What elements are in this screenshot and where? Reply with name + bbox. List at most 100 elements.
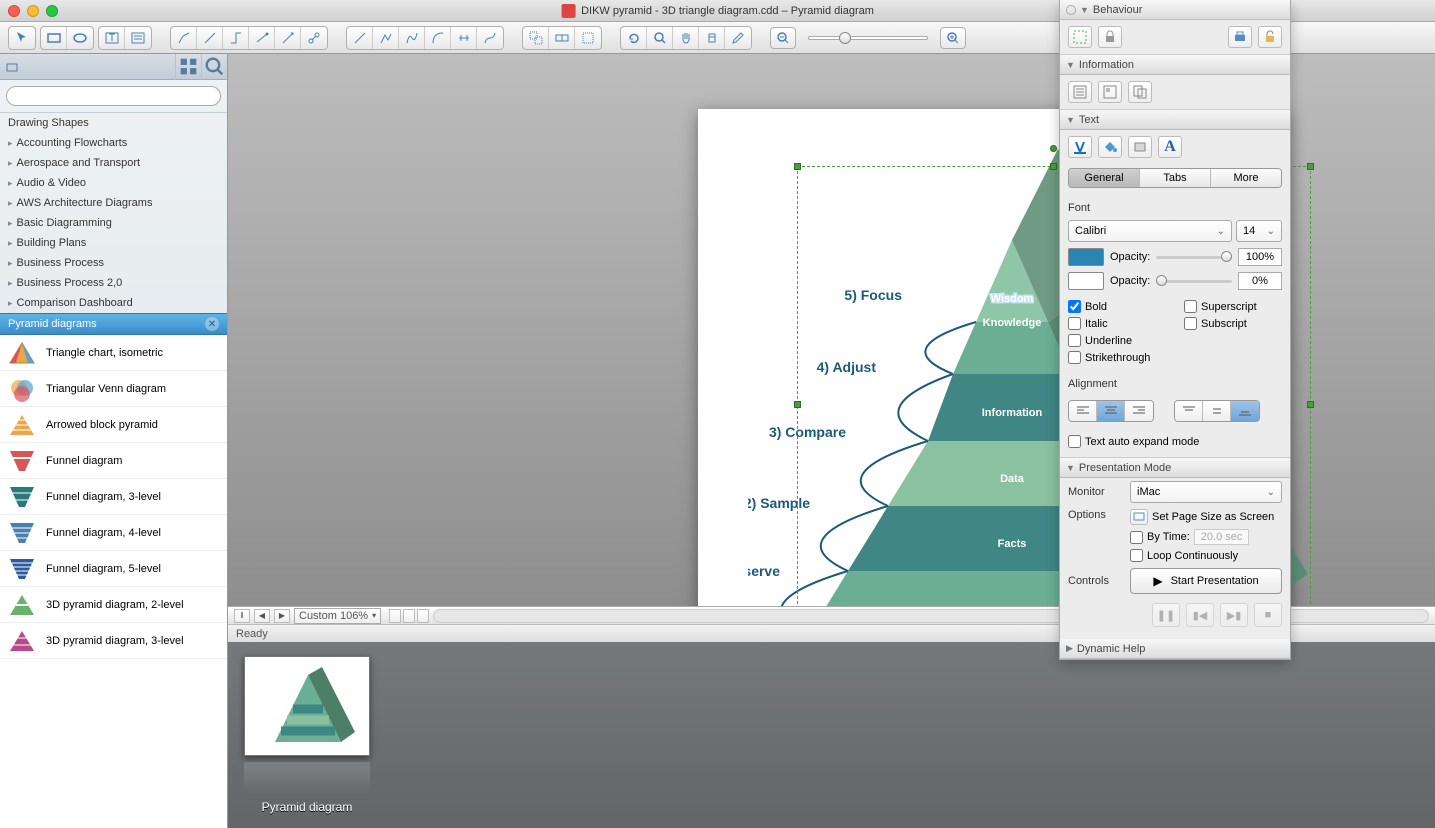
curve-tool[interactable]: [399, 27, 425, 49]
subscript-checkbox[interactable]: Subscript: [1184, 317, 1280, 330]
group-tool-3[interactable]: [575, 27, 601, 49]
library-section-close-icon[interactable]: ✕: [205, 317, 219, 331]
text-fill-icon[interactable]: [1098, 136, 1122, 158]
pres-stop-button[interactable]: ■: [1254, 603, 1282, 627]
polyline-tool[interactable]: [373, 27, 399, 49]
unlock-icon[interactable]: [1258, 26, 1282, 48]
view-btn-3[interactable]: [417, 609, 429, 623]
eyedropper-tool[interactable]: [699, 27, 725, 49]
bezier-tool[interactable]: [451, 27, 477, 49]
align-right-button[interactable]: [1125, 401, 1153, 421]
behaviour-header[interactable]: ▼Behaviour: [1060, 0, 1290, 20]
text-color-icon[interactable]: [1068, 136, 1092, 158]
library-category[interactable]: Aerospace and Transport: [0, 153, 227, 173]
refresh-tool[interactable]: [621, 27, 647, 49]
bytime-checkbox[interactable]: By Time:20.0 sec: [1130, 529, 1282, 545]
view-btn-2[interactable]: [403, 609, 415, 623]
page-next-button[interactable]: ▶: [274, 609, 290, 623]
information-header[interactable]: ▼Information: [1060, 55, 1290, 75]
start-presentation-button[interactable]: ▶Start Presentation: [1130, 568, 1282, 594]
connector-tool-2[interactable]: [197, 27, 223, 49]
shape-item[interactable]: 3D pyramid diagram, 3-level: [0, 623, 227, 659]
font-size-select[interactable]: 14: [1236, 220, 1282, 242]
text-tool[interactable]: T: [99, 27, 125, 49]
font-family-select[interactable]: Calibri: [1068, 220, 1232, 242]
superscript-checkbox[interactable]: Superscript: [1184, 300, 1280, 313]
page-prev-button[interactable]: ◀: [254, 609, 270, 623]
shape-item[interactable]: Funnel diagram, 5-level: [0, 551, 227, 587]
library-category[interactable]: Audio & Video: [0, 173, 227, 193]
dynamic-help-header[interactable]: ▶Dynamic Help: [1060, 639, 1290, 659]
text-rect-icon[interactable]: [1128, 136, 1152, 158]
underline-checkbox[interactable]: Underline: [1068, 334, 1164, 347]
shape-item[interactable]: 3D pyramid diagram, 2-level: [0, 587, 227, 623]
info-icon-3[interactable]: [1128, 81, 1152, 103]
library-category[interactable]: Building Plans: [0, 233, 227, 253]
print-icon[interactable]: [1228, 26, 1252, 48]
behaviour-icon-1[interactable]: [1068, 26, 1092, 48]
freehand-tool[interactable]: [477, 27, 503, 49]
bg-opacity-value[interactable]: 0%: [1238, 272, 1282, 290]
text-opacity-slider[interactable]: [1156, 256, 1232, 259]
shape-item[interactable]: Triangle chart, isometric: [0, 335, 227, 371]
pres-pause-button[interactable]: ❚❚: [1152, 603, 1180, 627]
connector-tool-5[interactable]: [275, 27, 301, 49]
valign-middle-button[interactable]: [1203, 401, 1231, 421]
hand-tool[interactable]: [673, 27, 699, 49]
library-category[interactable]: AWS Architecture Diagrams: [0, 193, 227, 213]
strike-checkbox[interactable]: Strikethrough: [1068, 351, 1188, 364]
arc-tool[interactable]: [425, 27, 451, 49]
library-search-button[interactable]: [201, 54, 227, 80]
library-category[interactable]: Accounting Flowcharts: [0, 133, 227, 153]
font-dialog-icon[interactable]: A: [1158, 136, 1182, 158]
group-tool-1[interactable]: [523, 27, 549, 49]
library-search-input[interactable]: [6, 86, 221, 106]
connector-tool-6[interactable]: [301, 27, 327, 49]
library-section-header[interactable]: Pyramid diagrams ✕: [0, 313, 227, 335]
tab-more[interactable]: More: [1211, 169, 1281, 187]
shape-item[interactable]: Triangular Venn diagram: [0, 371, 227, 407]
connector-tool-1[interactable]: [171, 27, 197, 49]
group-tool-2[interactable]: [549, 27, 575, 49]
zoom-out-button[interactable]: [770, 27, 796, 49]
valign-bottom-button[interactable]: [1231, 401, 1259, 421]
zoom-window-button[interactable]: [46, 5, 58, 17]
shape-item[interactable]: Arrowed block pyramid: [0, 407, 227, 443]
connector-tool-3[interactable]: [223, 27, 249, 49]
text-opacity-value[interactable]: 100%: [1238, 248, 1282, 266]
shape-item[interactable]: Funnel diagram: [0, 443, 227, 479]
bg-opacity-slider[interactable]: [1156, 280, 1232, 283]
tab-general[interactable]: General: [1069, 169, 1140, 187]
align-left-button[interactable]: [1069, 401, 1097, 421]
zoom-display[interactable]: Custom 106%▾: [294, 608, 381, 624]
library-grid-button[interactable]: [175, 54, 201, 80]
text-header[interactable]: ▼Text: [1060, 110, 1290, 130]
pointer-tool[interactable]: [9, 27, 35, 49]
slide-thumbnail[interactable]: Pyramid diagram: [242, 656, 372, 814]
align-center-button[interactable]: [1097, 401, 1125, 421]
pencil-tool[interactable]: [725, 27, 751, 49]
italic-checkbox[interactable]: Italic: [1068, 317, 1164, 330]
library-home-button[interactable]: [0, 56, 24, 78]
library-category[interactable]: Basic Diagramming: [0, 213, 227, 233]
pres-mode-header[interactable]: ▼Presentation Mode: [1060, 458, 1290, 478]
close-window-button[interactable]: [8, 5, 20, 17]
valign-top-button[interactable]: [1175, 401, 1203, 421]
minimize-window-button[interactable]: [27, 5, 39, 17]
note-tool[interactable]: [125, 27, 151, 49]
info-icon-1[interactable]: [1068, 81, 1092, 103]
loop-checkbox[interactable]: Loop Continuously: [1130, 549, 1282, 562]
zoom-tool[interactable]: [647, 27, 673, 49]
info-icon-2[interactable]: [1098, 81, 1122, 103]
zoom-in-button[interactable]: [940, 27, 966, 49]
shape-item[interactable]: Funnel diagram, 3-level: [0, 479, 227, 515]
shape-item[interactable]: Funnel diagram, 4-level: [0, 515, 227, 551]
bg-color-swatch[interactable]: [1068, 272, 1104, 290]
rect-tool[interactable]: [41, 27, 67, 49]
text-color-swatch[interactable]: [1068, 248, 1104, 266]
page-first-button[interactable]: ‖: [234, 609, 250, 623]
pres-next-button[interactable]: ▶▮: [1220, 603, 1248, 627]
pres-prev-button[interactable]: ▮◀: [1186, 603, 1214, 627]
connector-tool-4[interactable]: [249, 27, 275, 49]
library-category[interactable]: Comparison Dashboard: [0, 293, 227, 313]
